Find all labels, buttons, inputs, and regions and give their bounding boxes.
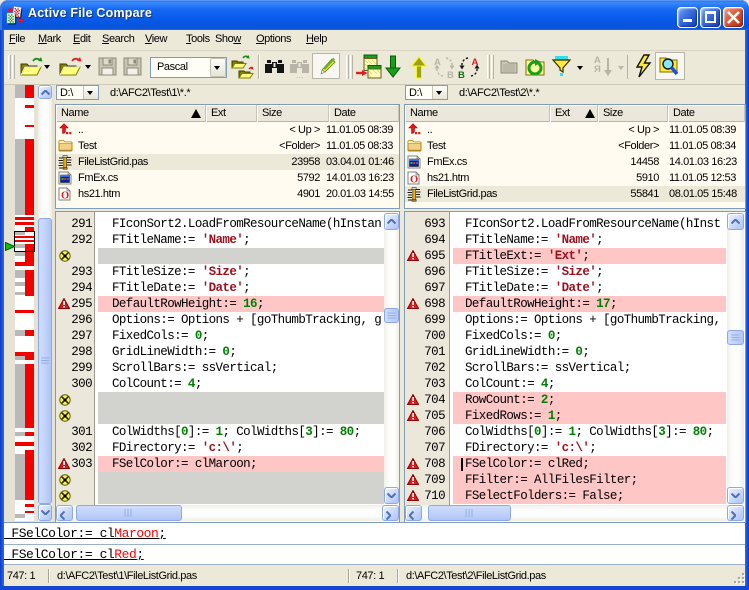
svg-text:B: B — [447, 70, 454, 79]
svg-text:O: O — [61, 191, 69, 202]
svg-text:B: B — [458, 70, 465, 79]
svg-text:O: O — [410, 175, 418, 186]
